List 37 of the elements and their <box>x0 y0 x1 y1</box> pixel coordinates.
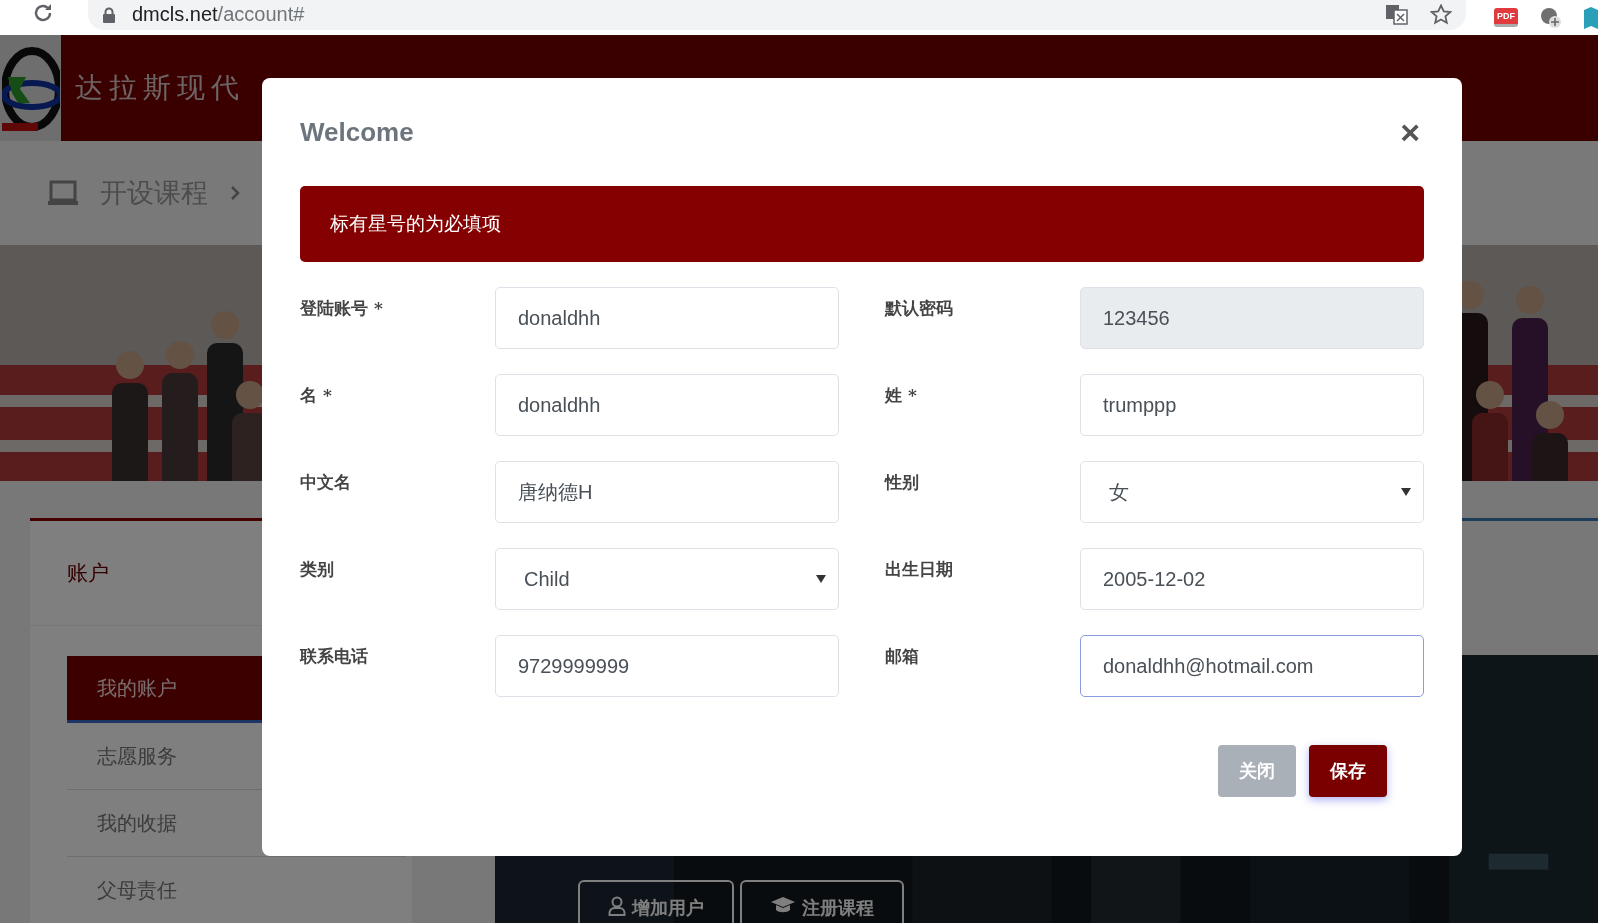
globe-plus-icon[interactable] <box>1540 6 1562 29</box>
input-field[interactable]: trumppp <box>1080 374 1424 436</box>
required-notice: 标有星号的为必填项 <box>300 186 1424 262</box>
url-text[interactable]: dmcls.net/account# <box>132 3 305 26</box>
select-field[interactable]: 女 <box>1080 461 1424 523</box>
caret-icon <box>1401 488 1411 496</box>
input-field[interactable]: 9729999999 <box>495 635 839 697</box>
lock-icon <box>102 6 116 23</box>
field-label: 联系电话 <box>300 645 368 668</box>
field-label: 类别 <box>300 558 334 581</box>
input-field[interactable]: 2005-12-02 <box>1080 548 1424 610</box>
modal-title: Welcome <box>300 116 414 148</box>
pdf-extension-icon[interactable]: PDF <box>1494 8 1518 27</box>
input-field[interactable]: donaldhh <box>495 287 839 349</box>
star-icon[interactable] <box>1430 4 1452 25</box>
graduation-cap-icon <box>770 896 796 914</box>
monitor-icon <box>48 180 78 206</box>
field-label: 名 * <box>300 384 332 407</box>
action-button[interactable]: 增加用户 <box>578 880 734 923</box>
close-button[interactable]: × <box>1396 115 1424 149</box>
field-label: 默认密码 <box>885 297 953 320</box>
field-label: 姓 * <box>885 384 917 407</box>
field-label: 中文名 <box>300 471 351 494</box>
input-field[interactable]: 唐纳德H <box>495 461 839 523</box>
field-label: 性别 <box>885 471 919 494</box>
site-title: 达拉斯现代 <box>75 70 245 106</box>
save-button[interactable]: 保存 <box>1309 745 1387 797</box>
select-field[interactable]: Child <box>495 548 839 610</box>
field-label: 出生日期 <box>885 558 953 581</box>
input-field[interactable]: donaldhh <box>495 374 839 436</box>
chevron-icon <box>230 185 240 201</box>
field-label: 邮箱 <box>885 645 919 668</box>
action-button[interactable]: 注册课程 <box>740 880 904 923</box>
caret-icon <box>816 575 826 583</box>
field-label: 登陆账号 * <box>300 297 383 320</box>
user-icon <box>608 896 626 916</box>
input-field[interactable]: donaldhh@hotmail.com <box>1080 635 1424 697</box>
